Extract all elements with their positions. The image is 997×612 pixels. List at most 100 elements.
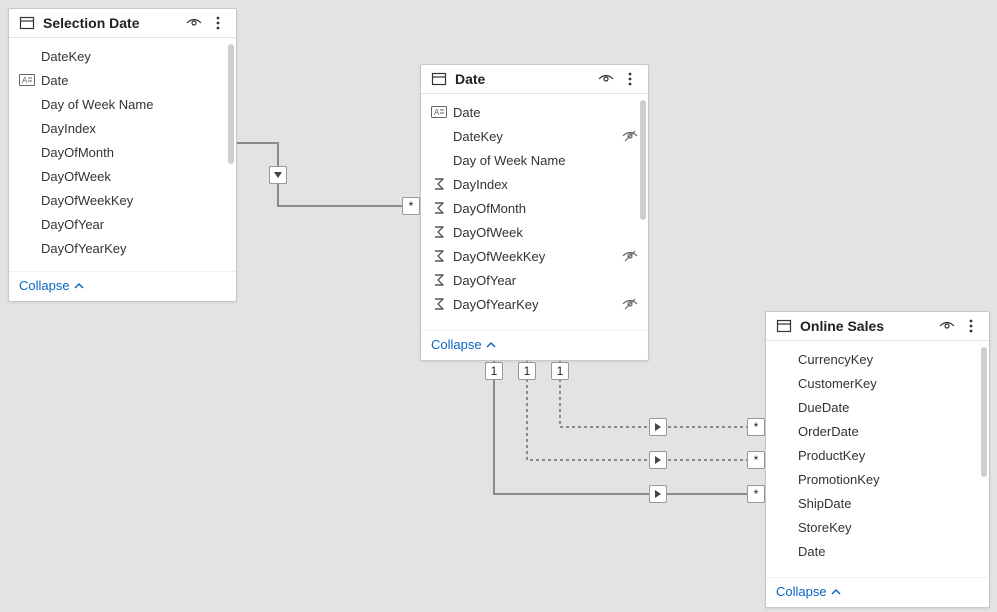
collapse-label: Collapse (19, 278, 70, 293)
filter-direction-single-icon (649, 418, 667, 436)
field-label: Day of Week Name (453, 153, 638, 168)
chevron-up-icon (74, 281, 84, 291)
field-row[interactable]: CustomerKey (766, 371, 989, 395)
field-row[interactable]: DayIndex (421, 172, 648, 196)
field-label: Day of Week Name (41, 97, 226, 112)
field-row[interactable]: DateKey (421, 124, 648, 148)
field-row[interactable]: DayOfWeekKey (421, 244, 648, 268)
blank-icon (19, 48, 35, 64)
cardinality-many: * (402, 197, 420, 215)
field-row[interactable]: Date (766, 539, 989, 563)
field-row[interactable]: DateKey (9, 44, 236, 68)
sigma-icon (431, 200, 447, 216)
field-label: ShipDate (798, 496, 979, 511)
blank-icon (776, 495, 792, 511)
field-row[interactable]: DayOfWeek (9, 164, 236, 188)
cardinality-one: 1 (518, 362, 536, 380)
scrollbar[interactable] (981, 347, 987, 477)
cardinality-many: * (747, 451, 765, 469)
table-header[interactable]: Date (421, 65, 648, 94)
field-row[interactable]: DayOfMonth (421, 196, 648, 220)
field-row[interactable]: Day of Week Name (421, 148, 648, 172)
hidden-icon[interactable] (622, 297, 638, 311)
table-icon (19, 15, 35, 31)
sigma-icon (431, 224, 447, 240)
blank-icon (19, 168, 35, 184)
field-row[interactable]: DayOfYear (9, 212, 236, 236)
blank-icon (776, 471, 792, 487)
blank-icon (19, 120, 35, 136)
field-row[interactable]: DueDate (766, 395, 989, 419)
table-icon (776, 318, 792, 334)
more-options-icon[interactable] (622, 71, 638, 87)
more-options-icon[interactable] (963, 318, 979, 334)
cardinality-one: 1 (551, 362, 569, 380)
visibility-icon[interactable] (598, 71, 614, 87)
cardinality-many: * (747, 418, 765, 436)
field-label: DateKey (453, 129, 616, 144)
text-field-icon: A (19, 72, 35, 88)
field-label: PromotionKey (798, 472, 979, 487)
field-row[interactable]: DayOfYearKey (421, 292, 648, 316)
field-row[interactable]: CurrencyKey (766, 347, 989, 371)
table-date[interactable]: Date A Date DateKey Day of Week Name DayInde… (420, 64, 649, 361)
more-options-icon[interactable] (210, 15, 226, 31)
blank-icon (776, 351, 792, 367)
sigma-icon (431, 248, 447, 264)
filter-direction-single-icon (649, 485, 667, 503)
visibility-icon[interactable] (939, 318, 955, 334)
field-list: DateKey ADate Day of Week Name DayIndex DayO… (9, 38, 236, 264)
filter-direction-single-icon (649, 451, 667, 469)
field-row[interactable]: ProductKey (766, 443, 989, 467)
collapse-button[interactable]: Collapse (776, 584, 841, 599)
field-row[interactable]: DayOfMonth (9, 140, 236, 164)
table-title: Online Sales (800, 318, 931, 334)
field-label: DueDate (798, 400, 979, 415)
table-online-sales[interactable]: Online Sales CurrencyKeyCustomerKey DueDa… (765, 311, 990, 608)
field-row[interactable]: Day of Week Name (9, 92, 236, 116)
collapse-label: Collapse (431, 337, 482, 352)
field-label: Date (798, 544, 979, 559)
blank-icon (19, 216, 35, 232)
hidden-icon[interactable] (622, 129, 638, 143)
field-label: Date (453, 105, 638, 120)
blank-icon (776, 399, 792, 415)
collapse-button[interactable]: Collapse (19, 278, 84, 293)
field-row[interactable]: ADate (9, 68, 236, 92)
field-row[interactable]: DayOfYearKey (9, 236, 236, 260)
table-header[interactable]: Online Sales (766, 312, 989, 341)
field-row[interactable]: DayOfWeekKey (9, 188, 236, 212)
field-row[interactable]: DayOfYear (421, 268, 648, 292)
field-row[interactable]: OrderDate (766, 419, 989, 443)
field-label: DayOfWeek (41, 169, 226, 184)
field-row[interactable]: DayOfWeek (421, 220, 648, 244)
field-label: DateKey (41, 49, 226, 64)
sigma-icon (431, 176, 447, 192)
blank-icon (19, 144, 35, 160)
field-row[interactable]: DayIndex (9, 116, 236, 140)
field-label: DayOfMonth (453, 201, 638, 216)
field-row[interactable]: A Date (421, 100, 648, 124)
text-field-icon: A (431, 104, 447, 120)
field-row[interactable]: PromotionKey (766, 467, 989, 491)
field-row[interactable]: StoreKey (766, 515, 989, 539)
field-row[interactable]: ShipDate (766, 491, 989, 515)
field-label: DayOfYear (41, 217, 226, 232)
table-header[interactable]: Selection Date (9, 9, 236, 38)
hidden-icon[interactable] (622, 249, 638, 263)
visibility-icon[interactable] (186, 15, 202, 31)
table-title: Selection Date (43, 15, 178, 31)
scrollbar[interactable] (228, 44, 234, 164)
field-label: DayOfYear (453, 273, 638, 288)
blank-icon (776, 447, 792, 463)
field-label: StoreKey (798, 520, 979, 535)
table-selection-date[interactable]: Selection Date DateKey ADate Day of Week N… (8, 8, 237, 302)
blank-icon (776, 375, 792, 391)
collapse-button[interactable]: Collapse (431, 337, 496, 352)
field-label: DayOfWeek (453, 225, 638, 240)
field-label: DayIndex (41, 121, 226, 136)
svg-text:A: A (22, 76, 28, 85)
field-list: A Date DateKey Day of Week Name DayIndex DayO… (421, 94, 648, 320)
table-icon (431, 71, 447, 87)
scrollbar[interactable] (640, 100, 646, 220)
